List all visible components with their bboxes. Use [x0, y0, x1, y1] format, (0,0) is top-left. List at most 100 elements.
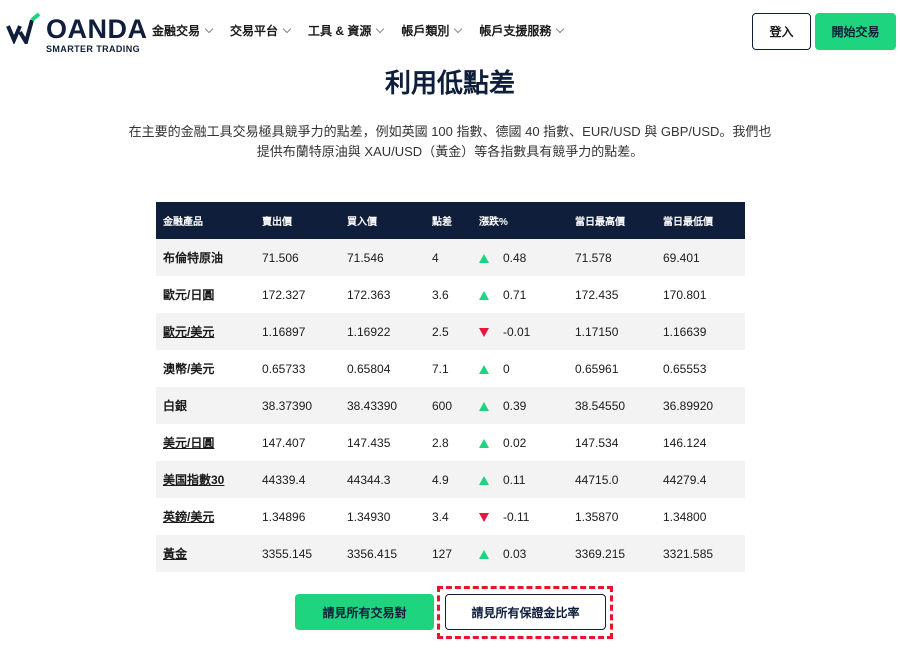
change-value: 0.48 [503, 250, 527, 265]
bid-cell: 3355.145 [255, 535, 340, 572]
table-row: 澳幣/美元 0.65733 0.65804 7.1 0 0.65961 0.65553 [156, 350, 745, 387]
table-body: 布倫特原油 71.506 71.546 4 0.48 71.578 69.401 歐元/日圓 1… [156, 239, 745, 572]
column-header-instrument: 金融產品 [156, 202, 255, 239]
change-cell: 0 [472, 350, 568, 387]
instrument-cell[interactable]: 黃金 [156, 535, 255, 572]
view-all-pairs-button[interactable]: 請見所有交易對 [295, 594, 434, 630]
change-value: 0.11 [503, 472, 526, 487]
view-all-margin-rates-button[interactable]: 請見所有保證金比率 [445, 594, 606, 630]
change-value: 0.39 [503, 398, 527, 413]
bid-cell: 172.327 [255, 276, 340, 313]
table-row: 美元/日圓 147.407 147.435 2.8 0.02 147.534 146.124 [156, 424, 745, 461]
ask-cell: 1.34930 [340, 498, 425, 535]
table-header-row: 金融產品 賣出價 買入價 點差 漲跌% 當日最高價 當日最低價 [156, 202, 745, 239]
logo-wordmark: OANDA [46, 14, 148, 44]
instrument-link[interactable]: 美元/日圓 [163, 436, 214, 450]
nav-label: 工具 & 資源 [308, 24, 372, 38]
instrument-name: 布倫特原油 [163, 251, 224, 265]
change-value: -0.01 [503, 324, 531, 339]
chevron-down-icon [556, 24, 565, 33]
instrument-link[interactable]: 歐元/美元 [163, 325, 214, 339]
nav-item-trading[interactable]: 金融交易 [152, 22, 214, 39]
low-cell: 69.401 [656, 239, 745, 276]
table-row: 歐元/日圓 172.327 172.363 3.6 0.71 172.435 170.801 [156, 276, 745, 313]
change-value: 0 [503, 361, 510, 376]
low-cell: 170.801 [656, 276, 745, 313]
table-row: 布倫特原油 71.506 71.546 4 0.48 71.578 69.401 [156, 239, 745, 276]
spread-cell: 127 [425, 535, 472, 572]
column-header-ask: 買入價 [340, 202, 425, 239]
nav-label: 帳戶支援服務 [479, 24, 552, 38]
ask-cell: 38.43390 [340, 387, 425, 424]
high-cell: 0.65961 [568, 350, 656, 387]
nav-item-account-types[interactable]: 帳戶類別 [401, 22, 463, 39]
low-cell: 146.124 [656, 424, 745, 461]
instrument-cell[interactable]: 美元/日圓 [156, 424, 255, 461]
low-cell: 44279.4 [656, 461, 745, 498]
instrument-cell[interactable]: 歐元/美元 [156, 313, 255, 350]
bid-cell: 38.37390 [255, 387, 340, 424]
chevron-down-icon [204, 24, 214, 33]
description-line: 在主要的金融工具交易極具競爭力的點差，例如英國 100 指數、德國 40 指數、… [128, 124, 772, 139]
change-cell: -0.11 [472, 498, 568, 535]
triangle-up-icon [479, 475, 489, 485]
nav-label: 交易平台 [230, 24, 279, 38]
spread-cell: 2.8 [425, 424, 472, 461]
column-header-low: 當日最低價 [656, 202, 745, 239]
main-nav: 金融交易 交易平台 工具 & 資源 帳戶類別 帳戶支援服務 [152, 22, 581, 39]
chevron-down-icon [454, 24, 463, 33]
ask-cell: 3356.415 [340, 535, 425, 572]
change-cell: 0.03 [472, 535, 568, 572]
change-cell: -0.01 [472, 313, 568, 350]
bid-cell: 71.506 [255, 239, 340, 276]
spread-cell: 600 [425, 387, 472, 424]
high-cell: 1.17150 [568, 313, 656, 350]
nav-item-support[interactable]: 帳戶支援服務 [479, 22, 565, 39]
spreads-table: 金融產品 賣出價 買入價 點差 漲跌% 當日最高價 當日最低價 布倫特原油 71.… [156, 202, 745, 572]
instrument-cell: 白銀 [156, 387, 255, 424]
spread-cell: 7.1 [425, 350, 472, 387]
table-row: 黃金 3355.145 3356.415 127 0.03 3369.215 3321.58… [156, 535, 745, 572]
change-cell: 0.48 [472, 239, 568, 276]
instrument-cell: 歐元/日圓 [156, 276, 255, 313]
instrument-cell[interactable]: 英鎊/美元 [156, 498, 255, 535]
low-cell: 0.65553 [656, 350, 745, 387]
change-cell: 0.02 [472, 424, 568, 461]
instrument-cell[interactable]: 美国指數30 [156, 461, 255, 498]
table-row: 英鎊/美元 1.34896 1.34930 3.4 -0.11 1.35870 1.3480… [156, 498, 745, 535]
login-button[interactable]: 登入 [752, 13, 811, 50]
page-description: 在主要的金融工具交易極具競爭力的點差，例如英國 100 指數、德國 40 指數、… [120, 122, 780, 162]
column-header-change: 漲跌% [472, 202, 568, 239]
start-trading-button[interactable]: 開始交易 [815, 13, 896, 50]
triangle-up-icon [479, 290, 489, 300]
instrument-name: 歐元/日圓 [163, 288, 215, 302]
nav-item-tools[interactable]: 工具 & 資源 [308, 22, 385, 39]
high-cell: 3369.215 [568, 535, 656, 572]
instrument-link[interactable]: 美国指數30 [163, 473, 224, 487]
nav-item-platforms[interactable]: 交易平台 [230, 22, 292, 39]
high-cell: 71.578 [568, 239, 656, 276]
page-title: 利用低點差 [384, 68, 515, 98]
high-cell: 44715.0 [568, 461, 656, 498]
instrument-link[interactable]: 英鎊/美元 [163, 510, 214, 524]
triangle-up-icon [479, 364, 489, 374]
ask-cell: 71.546 [340, 239, 425, 276]
instrument-link[interactable]: 黃金 [163, 547, 187, 561]
bid-cell: 44339.4 [255, 461, 340, 498]
oanda-logo[interactable]: OANDA SMARTER TRADING [6, 12, 147, 54]
chevron-down-icon [376, 24, 385, 33]
column-header-bid: 賣出價 [255, 202, 340, 239]
triangle-up-icon [479, 438, 489, 448]
table-row: 美国指數30 44339.4 44344.3 4.9 0.11 44715.0 44279.… [156, 461, 745, 498]
bid-cell: 147.407 [255, 424, 340, 461]
spread-cell: 4.9 [425, 461, 472, 498]
table-row: 白銀 38.37390 38.43390 600 0.39 38.54550 36.8992… [156, 387, 745, 424]
change-cell: 0.11 [472, 461, 568, 498]
nav-label: 金融交易 [152, 24, 201, 38]
instrument-name: 澳幣/美元 [163, 362, 215, 376]
ask-cell: 172.363 [340, 276, 425, 313]
oanda-logo-mark-icon [6, 12, 41, 44]
description-line: 提供布蘭特原油與 XAU/USD（黃金）等各指數具有競爭力的點差。 [256, 144, 644, 159]
triangle-down-icon [479, 512, 489, 522]
high-cell: 38.54550 [568, 387, 656, 424]
